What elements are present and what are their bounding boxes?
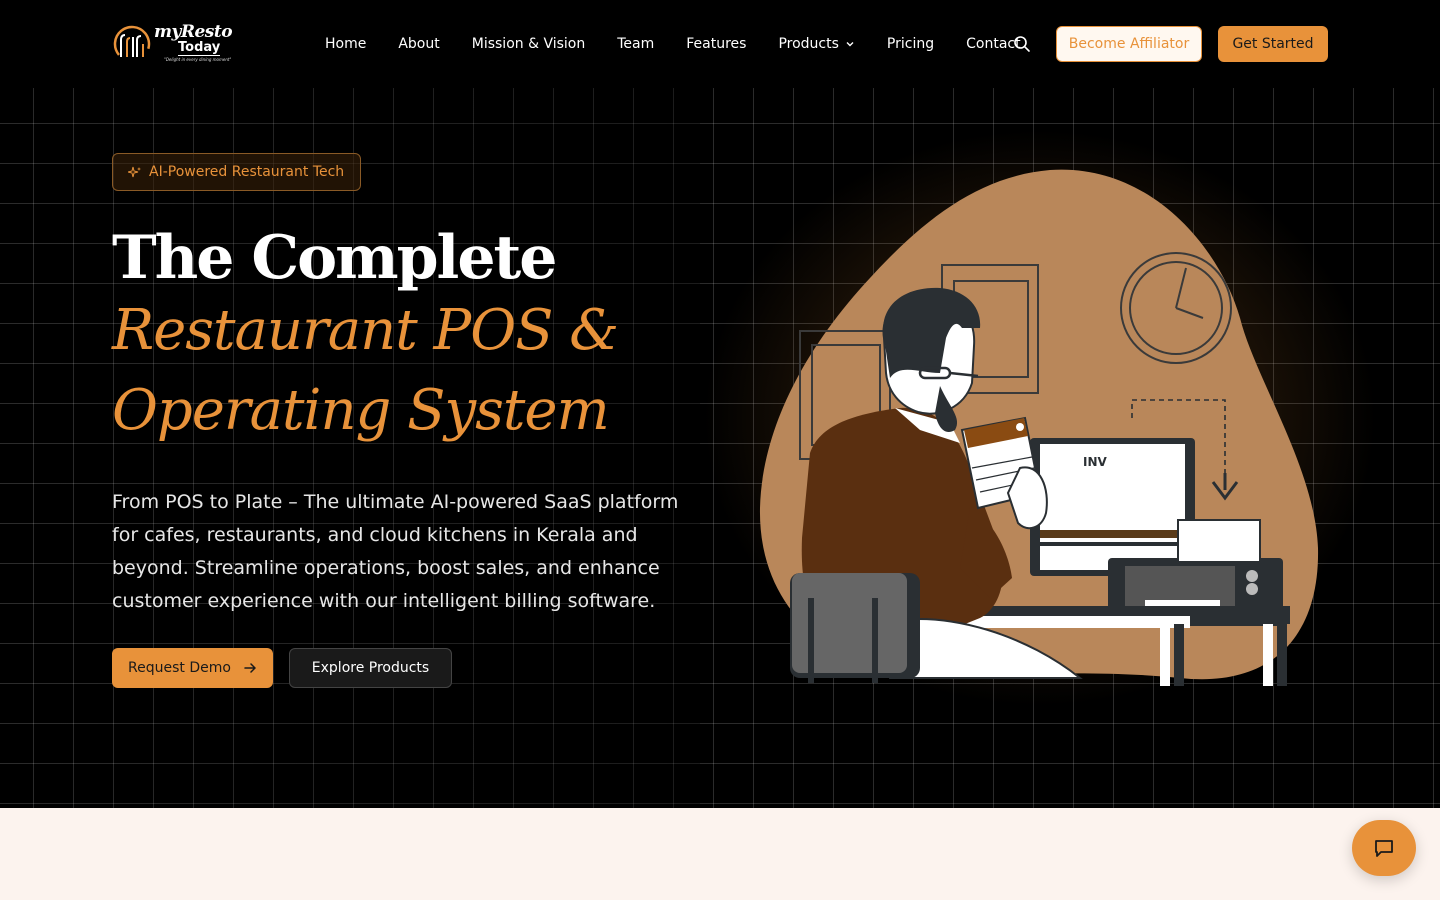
request-demo-button[interactable]: Request Demo [112, 648, 273, 688]
sparkle-icon [128, 166, 141, 178]
monitor-label: INV [1083, 455, 1108, 469]
brand-name-secondary: Today [178, 40, 221, 56]
explore-products-button[interactable]: Explore Products [289, 648, 452, 688]
hero-section: AI-Powered Restaurant Tech The Complete … [0, 88, 1440, 808]
top-navbar: myResto Today "Delight in every dining m… [0, 0, 1440, 88]
nav-links: Home About Mission & Vision Team Feature… [325, 0, 1053, 88]
chat-button[interactable] [1352, 820, 1416, 876]
nav-features[interactable]: Features [686, 36, 746, 52]
nav-mission-vision[interactable]: Mission & Vision [472, 36, 585, 52]
nav-products-label: Products [778, 36, 839, 52]
request-demo-label: Request Demo [128, 660, 231, 676]
nav-home[interactable]: Home [325, 36, 366, 52]
get-started-button[interactable]: Get Started [1218, 26, 1328, 62]
hero-title-line2: Restaurant POS & [112, 298, 619, 363]
ai-badge-label: AI-Powered Restaurant Tech [149, 164, 345, 180]
arrow-right-icon [244, 663, 256, 673]
nav-team[interactable]: Team [617, 36, 654, 52]
hero-description: From POS to Plate – The ultimate AI-powe… [112, 491, 679, 612]
next-section-band [0, 808, 1440, 900]
become-affiliator-button[interactable]: Become Affiliator [1056, 26, 1202, 62]
chevron-down-icon [846, 42, 854, 47]
chat-icon [1375, 840, 1393, 857]
search-icon[interactable] [1012, 34, 1032, 54]
nav-about[interactable]: About [398, 36, 439, 52]
brand-logo[interactable]: myResto Today "Delight in every dining m… [112, 22, 233, 66]
nav-products-dropdown[interactable]: Products [778, 36, 854, 52]
hero-fade-overlay [0, 88, 700, 808]
hero-title-line3: Operating System [112, 378, 610, 443]
brand-tagline: "Delight in every dining moment" [164, 57, 232, 62]
ai-badge: AI-Powered Restaurant Tech [112, 153, 362, 191]
hero-title-line1: The Complete [112, 223, 557, 293]
brand-name-primary: myResto [154, 22, 233, 42]
logo-mark-icon [113, 25, 151, 63]
restaurant-pos-illustration: INV [759, 169, 1319, 686]
nav-pricing[interactable]: Pricing [887, 36, 934, 52]
